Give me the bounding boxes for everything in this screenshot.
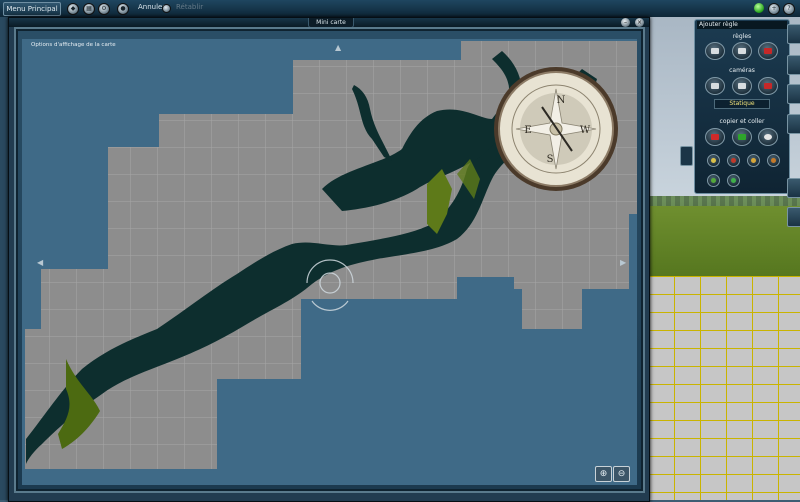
hidden-left-panel bbox=[0, 17, 8, 500]
map-options-label[interactable]: Options d'affichage de la carte bbox=[31, 42, 116, 48]
camera-delete-button[interactable] bbox=[758, 77, 778, 95]
camera-mode-select[interactable]: Statique bbox=[714, 99, 770, 109]
close-icon[interactable]: × bbox=[635, 18, 644, 27]
rules-label: règles bbox=[732, 33, 752, 40]
status-light-icon bbox=[754, 3, 764, 13]
map-svg: N S E W bbox=[25, 41, 637, 469]
zoom-out-button[interactable]: ⊖ bbox=[613, 466, 630, 482]
top-toolbar: Menu Principal ◆ ▦ ⚙ ● Annuler Rétablir … bbox=[0, 0, 800, 18]
minimap-window: Mini carte – × N S E W Options d'afficha… bbox=[8, 17, 650, 502]
compass-north: N bbox=[557, 95, 566, 106]
layers-tool-icon[interactable] bbox=[787, 178, 800, 198]
tool-brush-button[interactable] bbox=[707, 154, 720, 167]
rule-list-button[interactable] bbox=[705, 42, 725, 60]
background-grid-terrain bbox=[648, 276, 800, 500]
info-icon[interactable]: ● bbox=[117, 3, 129, 15]
scroll-left-arrow[interactable]: ◀ bbox=[37, 258, 43, 267]
track-tool-icon[interactable] bbox=[787, 84, 800, 104]
undo-icon[interactable] bbox=[162, 4, 171, 13]
rule-edit-button[interactable] bbox=[732, 42, 752, 60]
copy-paste-label: copier et coller bbox=[719, 118, 765, 125]
rule-delete-button[interactable] bbox=[758, 42, 778, 60]
nav-icon[interactable]: ◆ bbox=[67, 3, 79, 15]
minimap-canvas[interactable]: N S E W Options d'affichage de la carte … bbox=[22, 39, 637, 485]
copy-red-button[interactable] bbox=[705, 128, 725, 146]
misc-tool-icon[interactable] bbox=[787, 207, 800, 227]
compass-south: S bbox=[547, 154, 554, 165]
compass-east: E bbox=[524, 125, 531, 136]
paint-tool-icon[interactable] bbox=[787, 55, 800, 75]
zoom-in-button[interactable]: ⊕ bbox=[595, 466, 612, 482]
camera-edit-button[interactable] bbox=[732, 77, 752, 95]
tool-map-button[interactable] bbox=[707, 174, 720, 187]
camera-list-button[interactable] bbox=[705, 77, 725, 95]
main-menu-button[interactable]: Menu Principal bbox=[3, 2, 61, 16]
copy-green-button[interactable] bbox=[732, 128, 752, 146]
tool-refresh-button[interactable] bbox=[727, 174, 740, 187]
compass-west: W bbox=[580, 125, 591, 136]
panel-toggle-icon[interactable] bbox=[680, 146, 693, 166]
add-icon[interactable]: + bbox=[768, 3, 780, 15]
scroll-right-arrow[interactable]: ▶ bbox=[620, 258, 626, 267]
tool-settings-button[interactable] bbox=[747, 154, 760, 167]
gauge-button[interactable] bbox=[758, 128, 778, 146]
help-icon[interactable]: ? bbox=[783, 3, 795, 15]
terrain-tool-icon[interactable] bbox=[787, 24, 800, 44]
panel-title: Ajouter règle bbox=[697, 21, 787, 29]
background-grass bbox=[648, 206, 800, 276]
grid-icon[interactable]: ▦ bbox=[83, 3, 95, 15]
cameras-label: caméras bbox=[729, 67, 755, 74]
tool-delete-button[interactable] bbox=[727, 154, 740, 167]
minimize-icon[interactable]: – bbox=[621, 18, 630, 27]
redo-button[interactable]: Rétablir bbox=[176, 3, 203, 11]
object-tool-icon[interactable] bbox=[787, 114, 800, 134]
compass-icon[interactable]: N S E W bbox=[494, 67, 618, 191]
scroll-up-arrow[interactable]: ▲ bbox=[335, 43, 341, 52]
tool-pencil-button[interactable] bbox=[767, 154, 780, 167]
settings-icon[interactable]: ⚙ bbox=[98, 3, 110, 15]
